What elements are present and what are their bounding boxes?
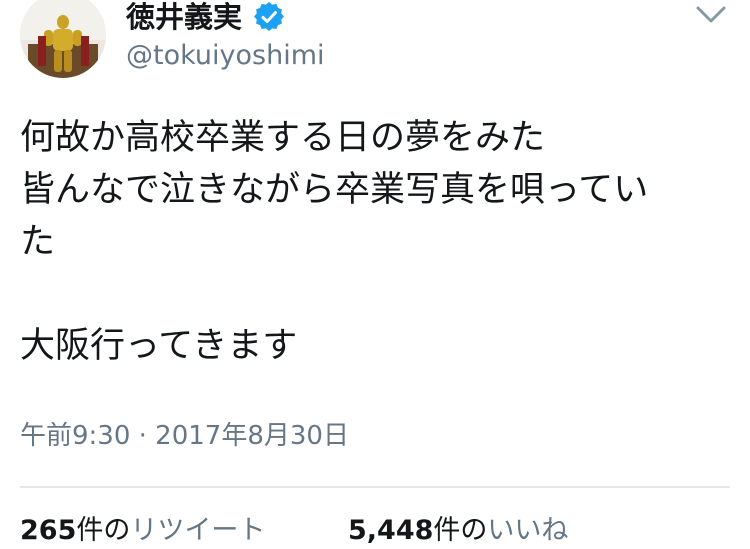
tweet-line: 皆んなで泣きながら卒業写真を唄ってい [20, 170, 649, 210]
retweet-count: 265 [20, 515, 77, 546]
chevron-down-icon[interactable] [695, 4, 727, 26]
verified-badge-icon [254, 2, 284, 32]
like-count: 5,448 [348, 515, 434, 546]
retweet-label: リツイート [130, 515, 266, 546]
avatar-image [20, 0, 106, 78]
tweet-line: た [20, 222, 56, 262]
tweet-timestamp[interactable]: 午前9:30 · 2017年8月30日 [20, 420, 349, 452]
like-count-link[interactable]: 5,448件のいいね [348, 514, 568, 548]
like-label: いいね [487, 515, 569, 546]
retweet-count-link[interactable]: 265件のリツイート [20, 514, 265, 548]
user-handle[interactable]: @tokuiyoshimi [126, 40, 325, 72]
tweet-line-blank [20, 268, 732, 320]
tweet-text: 何故か高校卒業する日の夢をみた 皆んなで泣きながら卒業写真を唄ってい た 大阪行… [20, 112, 732, 372]
tweet-line: 大阪行ってきます [20, 326, 298, 366]
avatar[interactable] [20, 0, 106, 78]
tweet-card: 徳井義実 @tokuiyoshimi 何故か高校卒業する日の夢をみた 皆んなで泣… [0, 0, 750, 549]
like-unit: 件の [433, 515, 488, 546]
retweet-unit: 件の [76, 515, 131, 546]
tweet-line: 何故か高校卒業する日の夢をみた [20, 118, 546, 158]
display-name[interactable]: 徳井義実 [126, 0, 242, 34]
divider [20, 486, 730, 488]
